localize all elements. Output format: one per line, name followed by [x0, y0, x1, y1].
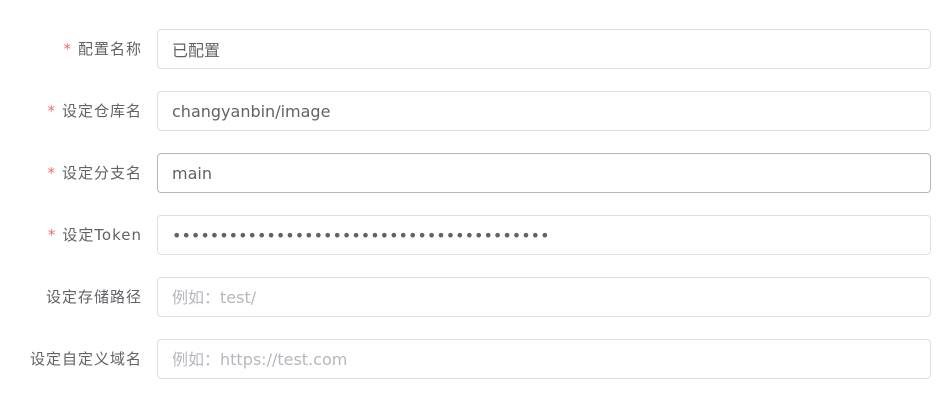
required-mark: * [47, 102, 56, 120]
form-row-branch-name: * 设定分支名 [0, 153, 948, 193]
branch-name-input[interactable] [157, 153, 931, 193]
form-row-repo-name: * 设定仓库名 [0, 91, 948, 131]
form-row-token: * 设定Token [0, 215, 948, 255]
form-row-storage-path: 设定存储路径 [0, 277, 948, 317]
form-row-config-name: * 配置名称 [0, 29, 948, 69]
repo-name-input[interactable] [157, 91, 931, 131]
required-mark: * [47, 164, 56, 182]
token-label-text: 设定Token [62, 226, 142, 244]
storage-path-label-text: 设定存储路径 [45, 288, 142, 306]
repo-name-label-text: 设定仓库名 [61, 102, 142, 120]
form-row-custom-domain: 设定自定义域名 [0, 339, 948, 379]
required-mark: * [63, 40, 72, 58]
config-name-label-text: 配置名称 [77, 40, 142, 58]
token-label: * 设定Token [48, 215, 142, 255]
token-input[interactable] [157, 215, 931, 255]
required-mark: * [47, 226, 57, 244]
branch-name-label-text: 设定分支名 [61, 164, 142, 182]
config-name-label: * 配置名称 [63, 29, 142, 69]
custom-domain-label-text: 设定自定义域名 [29, 350, 142, 368]
config-name-input[interactable] [157, 29, 931, 69]
branch-name-label: * 设定分支名 [47, 153, 142, 193]
custom-domain-label: 设定自定义域名 [30, 339, 142, 379]
custom-domain-input[interactable] [157, 339, 931, 379]
storage-path-label: 设定存储路径 [46, 277, 142, 317]
repo-name-label: * 设定仓库名 [47, 91, 142, 131]
storage-path-input[interactable] [157, 277, 931, 317]
